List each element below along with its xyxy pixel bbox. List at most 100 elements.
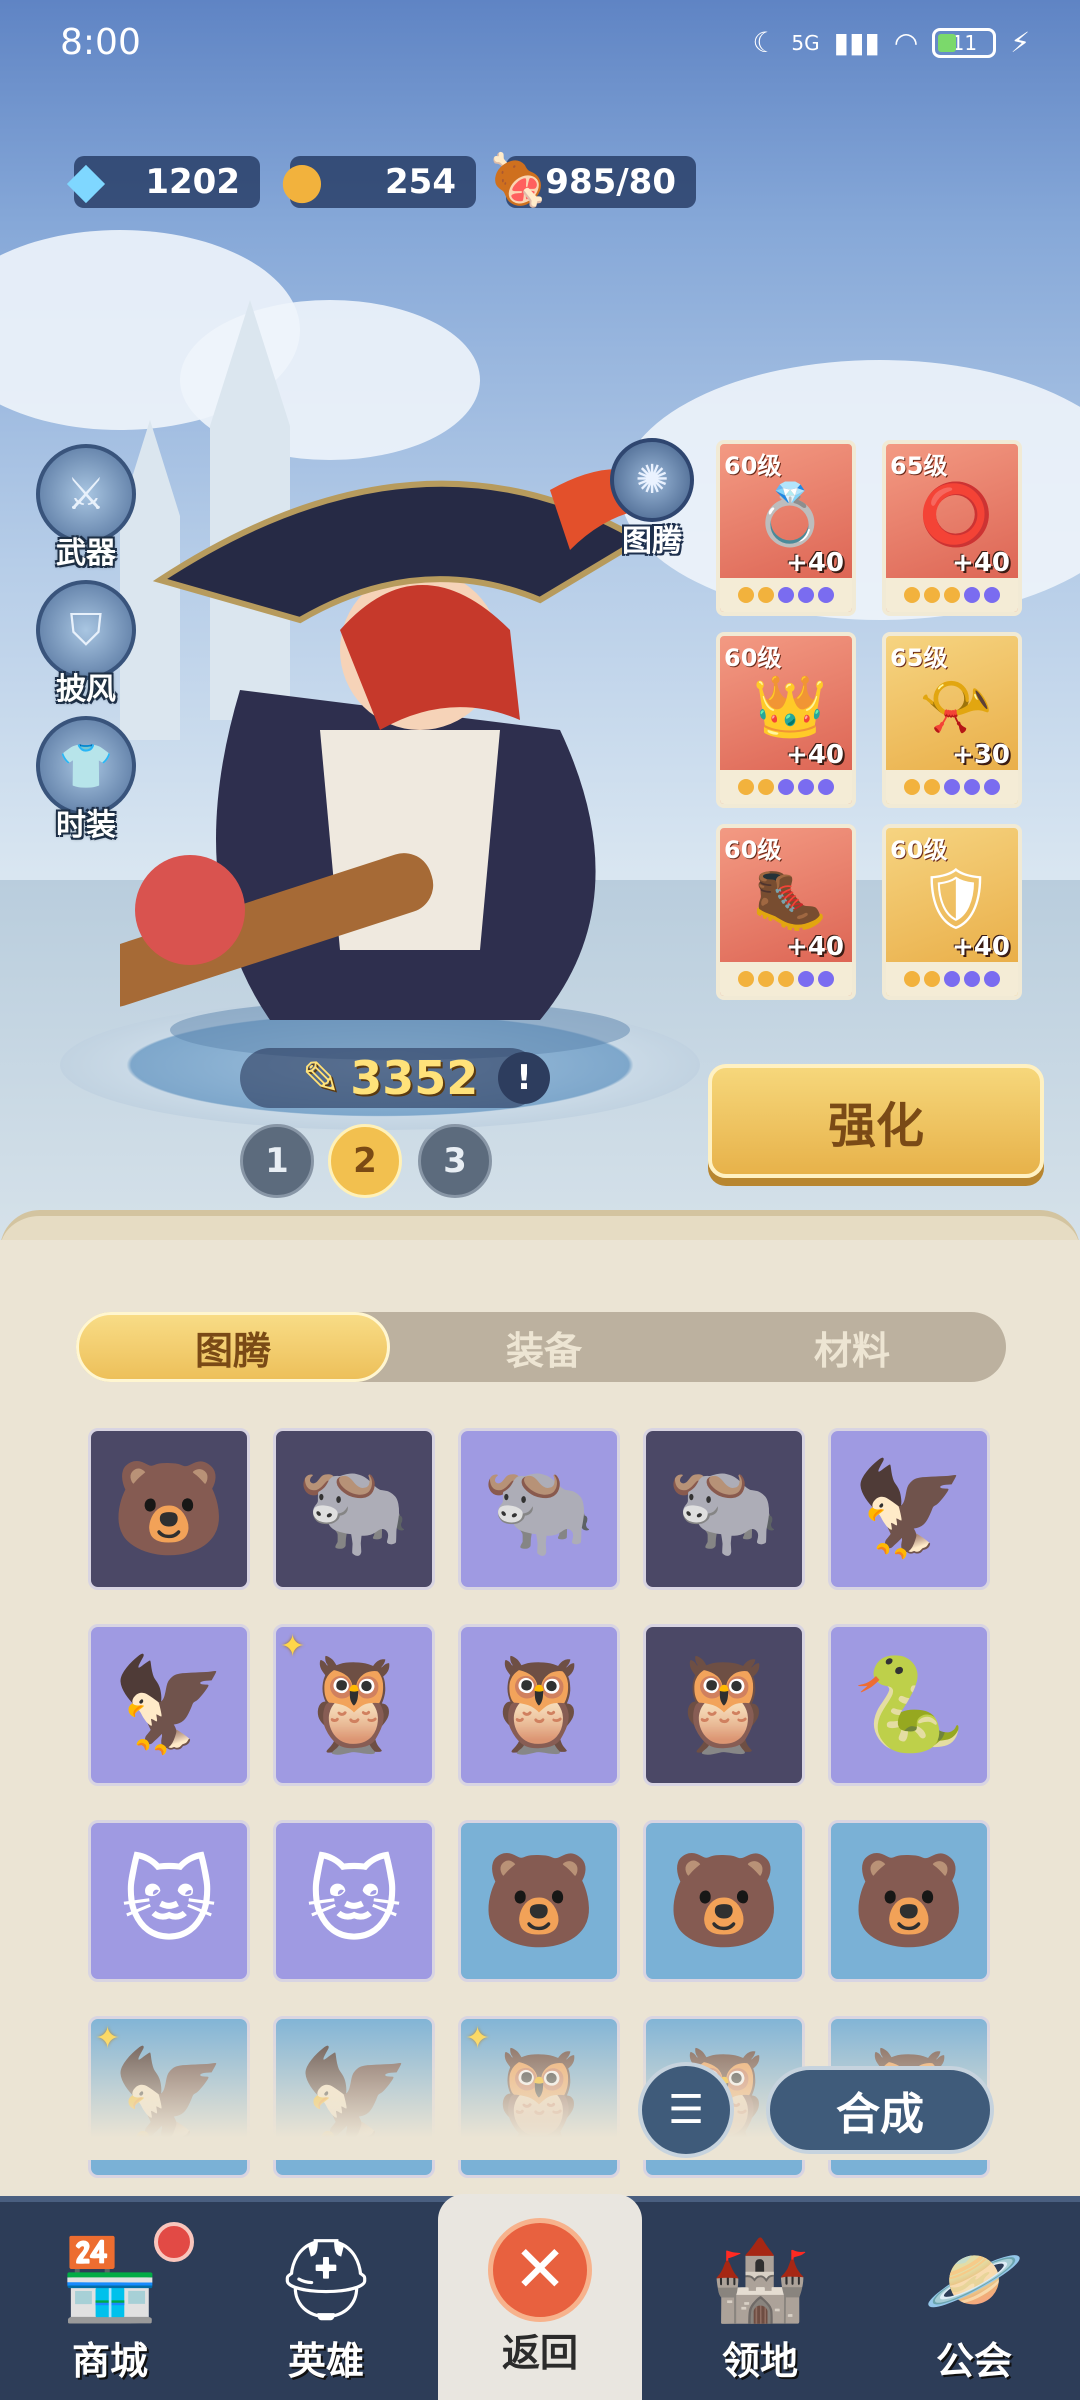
- gem-socket: [818, 779, 834, 795]
- serpent-mask-icon: 🐍: [851, 1651, 967, 1758]
- totem-card[interactable]: 🐻: [828, 1820, 990, 1982]
- nav-hero[interactable]: ⛑ 英雄: [218, 2202, 434, 2400]
- tab-totem[interactable]: 图腾: [76, 1312, 390, 1382]
- strengthen-button[interactable]: 强化: [708, 1064, 1044, 1178]
- castle-icon: 🏰: [710, 2233, 810, 2326]
- totem-card[interactable]: 🦉✦: [273, 1624, 435, 1786]
- totem-card[interactable]: 🦉: [458, 1624, 620, 1786]
- gem-socket: [818, 971, 834, 987]
- combat-power: ✎ 3352: [240, 1048, 540, 1108]
- bear-mask-icon: 🐻: [851, 1847, 967, 1954]
- bull-mask-icon: 🐃: [481, 1455, 597, 1562]
- eagle-mask-icon: 🦅: [851, 1455, 967, 1562]
- gem-socket: [818, 587, 834, 603]
- gem-socket: [778, 779, 794, 795]
- page-3-button[interactable]: 3: [418, 1124, 492, 1198]
- diamond-counter[interactable]: ◆ 1202: [67, 151, 260, 209]
- slot-bonus: +40: [786, 740, 844, 770]
- outfit-label: 时装: [56, 808, 116, 843]
- gem-socket: [798, 587, 814, 603]
- gem-socket: [964, 971, 980, 987]
- owl-mask-icon: 🦉: [296, 1651, 412, 1758]
- equipment-slot[interactable]: 60级 🥾 +40: [716, 824, 856, 1000]
- totem-card[interactable]: 🐻: [458, 1820, 620, 1982]
- status-bar: 8:00 ☾ 5G ▮▮▮ ◠ 11 ⚡: [0, 0, 1080, 96]
- coin-icon: ●: [280, 151, 324, 209]
- synthesize-button[interactable]: 合成: [766, 2066, 994, 2154]
- gem-socket: [984, 971, 1000, 987]
- charging-icon: ⚡: [1010, 26, 1030, 59]
- equipment-slot[interactable]: 60级 🛡 +40: [882, 824, 1022, 1000]
- nav-shop[interactable]: 🏪 商城: [2, 2202, 218, 2400]
- totem-card[interactable]: 🐍: [828, 1624, 990, 1786]
- totem-card[interactable]: 🐻: [88, 1428, 250, 1590]
- totem-card[interactable]: 🦉: [643, 1624, 805, 1786]
- gem-socket: [778, 971, 794, 987]
- status-time: 8:00: [60, 22, 141, 63]
- totem-card[interactable]: 🐃: [458, 1428, 620, 1590]
- gem-socket: [904, 779, 920, 795]
- diamond-value: 1202: [145, 162, 240, 202]
- horn-icon: 📯: [918, 671, 994, 742]
- helmet-icon: ⛑: [275, 2233, 377, 2326]
- gem-socket: [944, 779, 960, 795]
- cat-mask-icon: 🐱: [121, 1847, 217, 1955]
- gold-counter[interactable]: ● 254: [280, 151, 476, 209]
- gold-value: 254: [385, 162, 456, 202]
- meat-icon: 🍖: [486, 150, 550, 209]
- wifi-icon: ◠: [893, 26, 919, 59]
- gem-socket: [964, 587, 980, 603]
- nav-back[interactable]: ✕ 返回: [438, 2194, 642, 2400]
- totem-card[interactable]: 🐻: [643, 1820, 805, 1982]
- gem-socket: [798, 971, 814, 987]
- status-icons: ☾ 5G ▮▮▮ ◠ 11 ⚡: [752, 26, 1030, 59]
- gem-socket: [984, 587, 1000, 603]
- planet-icon: 🪐: [924, 2233, 1024, 2326]
- page-2-button[interactable]: 2: [328, 1124, 402, 1198]
- equipment-slot[interactable]: 60级 👑 +40: [716, 632, 856, 808]
- notification-badge: [154, 2222, 194, 2262]
- totem-button[interactable]: ✺ 图腾: [610, 438, 694, 560]
- star-icon: ✦: [280, 1629, 306, 1664]
- equipment-slot[interactable]: 65级 📯 +30: [882, 632, 1022, 808]
- totem-card[interactable]: 🐱: [88, 1820, 250, 1982]
- tab-equipment[interactable]: 装备: [390, 1312, 698, 1382]
- totem-card[interactable]: 🐱: [273, 1820, 435, 1982]
- bull-mask-icon: 🐃: [296, 1455, 412, 1562]
- filter-button[interactable]: ☰: [638, 2062, 734, 2158]
- bear-mask-icon: 🐻: [481, 1847, 597, 1954]
- bear-mask-icon: 🐻: [666, 1847, 782, 1954]
- tab-materials[interactable]: 材料: [698, 1312, 1006, 1382]
- page-1-button[interactable]: 1: [240, 1124, 314, 1198]
- crown-icon: 👑: [752, 671, 828, 742]
- nav-back-label: 返回: [501, 2331, 578, 2375]
- totem-card[interactable]: 🐃: [643, 1428, 805, 1590]
- totem-card[interactable]: 🦅: [828, 1428, 990, 1590]
- hero-character[interactable]: [120, 430, 680, 1070]
- totem-card[interactable]: 🐃: [273, 1428, 435, 1590]
- bottom-navigation: 🏪 商城 ⛑ 英雄 ✕ 返回 🏰 领地 🪐 公会: [0, 2194, 1080, 2400]
- gem-socket: [738, 971, 754, 987]
- slot-gems: [886, 578, 1018, 612]
- slot-bonus: +40: [952, 932, 1010, 962]
- close-icon: ✕: [488, 2218, 592, 2322]
- nav-territory[interactable]: 🏰 领地: [652, 2202, 868, 2400]
- slot-gems: [886, 962, 1018, 996]
- equipment-slot[interactable]: 60级 💍 +40: [716, 440, 856, 616]
- nav-hero-label: 英雄: [287, 2339, 364, 2383]
- totem-label: 图腾: [622, 524, 682, 559]
- gem-socket: [904, 971, 920, 987]
- signal-icon: ▮▮▮: [833, 26, 880, 59]
- inventory-tabs: 图腾 装备 材料: [76, 1312, 1006, 1382]
- bracelet-icon: 💍: [752, 479, 828, 550]
- filter-icon: ☰: [668, 2087, 704, 2133]
- gem-socket: [944, 971, 960, 987]
- totem-card[interactable]: 🦅: [88, 1624, 250, 1786]
- equipment-slot[interactable]: 65级 ⭕ +40: [882, 440, 1022, 616]
- power-info-button[interactable]: !: [498, 1052, 550, 1104]
- bull-mask-icon: 🐃: [666, 1455, 782, 1562]
- slot-bonus: +40: [786, 932, 844, 962]
- stamina-counter[interactable]: 🍖 985/80: [487, 151, 696, 209]
- cape-label: 披风: [56, 672, 116, 707]
- nav-guild[interactable]: 🪐 公会: [866, 2202, 1080, 2400]
